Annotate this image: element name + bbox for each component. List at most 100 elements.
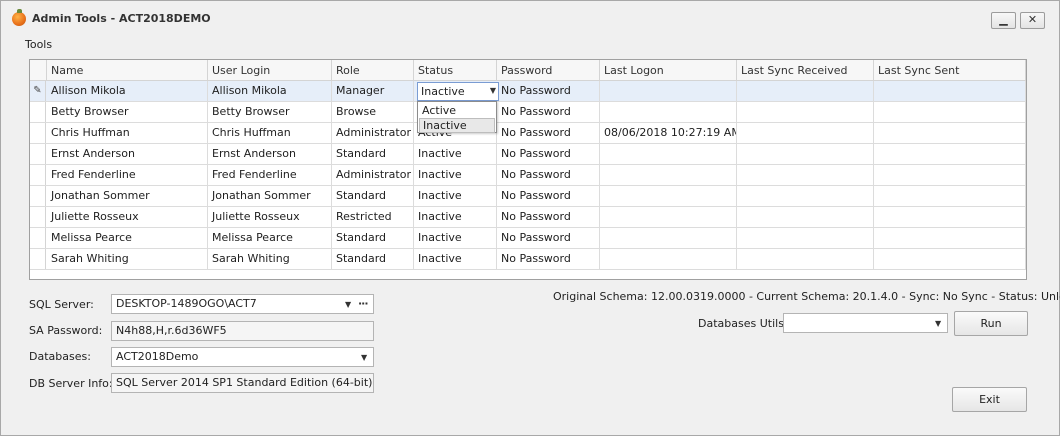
chevron-down-icon[interactable]: ▼	[345, 300, 351, 309]
cell-name[interactable]: Betty Browser	[47, 102, 208, 122]
cell-name[interactable]: Allison Mikola	[47, 81, 208, 101]
cell-status[interactable]: Inactive	[414, 165, 497, 185]
cell-last-sync-sent[interactable]	[874, 81, 1026, 101]
status-option-inactive[interactable]: Inactive	[419, 118, 495, 133]
cell-user-login[interactable]: Fred Fenderline	[208, 165, 332, 185]
column-header-last-sync-sent[interactable]: Last Sync Sent	[874, 60, 1026, 81]
cell-role[interactable]: Standard	[332, 249, 414, 269]
cell-last-sync-sent[interactable]	[874, 144, 1026, 164]
cell-last-sync-received[interactable]	[737, 81, 874, 101]
cell-last-sync-sent[interactable]	[874, 207, 1026, 227]
cell-last-logon[interactable]	[600, 228, 737, 248]
table-row[interactable]: Sarah Whiting Sarah Whiting Standard Inacti…	[30, 249, 1026, 270]
chevron-down-icon[interactable]: ▼	[935, 319, 941, 328]
cell-user-login[interactable]: Juliette Rosseux	[208, 207, 332, 227]
ellipsis-icon[interactable]: ···	[358, 297, 369, 310]
table-row[interactable]: Melissa Pearce Melissa Pearce Standard Inac…	[30, 228, 1026, 249]
table-row[interactable]: Ernst Anderson Ernst Anderson Standard Inac…	[30, 144, 1026, 165]
cell-last-logon[interactable]	[600, 165, 737, 185]
cell-name[interactable]: Juliette Rosseux	[47, 207, 208, 227]
chevron-down-icon[interactable]: ▼	[490, 86, 496, 95]
table-row[interactable]: ✎ Allison Mikola Allison Mikola Manager No P…	[30, 81, 1026, 102]
cell-password[interactable]: No Password	[497, 102, 600, 122]
cell-role[interactable]: Manager	[332, 81, 414, 101]
cell-name[interactable]: Ernst Anderson	[47, 144, 208, 164]
cell-user-login[interactable]: Ernst Anderson	[208, 144, 332, 164]
cell-password[interactable]: No Password	[497, 144, 600, 164]
cell-last-sync-received[interactable]	[737, 165, 874, 185]
cell-password[interactable]: No Password	[497, 123, 600, 143]
minimize-button[interactable]: ▁	[991, 12, 1016, 29]
cell-last-sync-received[interactable]	[737, 228, 874, 248]
column-header-status[interactable]: Status	[414, 60, 497, 81]
cell-status[interactable]: Inactive	[414, 228, 497, 248]
table-row[interactable]: Fred Fenderline Fred Fenderline Administra…	[30, 165, 1026, 186]
cell-password[interactable]: No Password	[497, 249, 600, 269]
chevron-down-icon[interactable]: ▼	[361, 353, 367, 362]
cell-password[interactable]: No Password	[497, 207, 600, 227]
cell-status[interactable]: Inactive	[414, 186, 497, 206]
cell-user-login[interactable]: Betty Browser	[208, 102, 332, 122]
databases-utils-combo[interactable]	[783, 313, 948, 333]
cell-status[interactable]: Inactive	[414, 144, 497, 164]
table-row[interactable]: Betty BrowserBetty BrowserBrowseInactive…	[30, 102, 1026, 123]
cell-last-sync-received[interactable]	[737, 186, 874, 206]
cell-name[interactable]: Fred Fenderline	[47, 165, 208, 185]
cell-last-logon[interactable]	[600, 102, 737, 122]
cell-password[interactable]: No Password	[497, 81, 600, 101]
cell-role[interactable]: Standard	[332, 186, 414, 206]
cell-last-logon[interactable]	[600, 186, 737, 206]
cell-user-login[interactable]: Melissa Pearce	[208, 228, 332, 248]
exit-button[interactable]: Exit	[952, 387, 1027, 412]
cell-last-sync-received[interactable]	[737, 144, 874, 164]
cell-password[interactable]: No Password	[497, 165, 600, 185]
cell-last-sync-sent[interactable]	[874, 102, 1026, 122]
cell-status[interactable]: Inactive	[414, 207, 497, 227]
cell-last-sync-sent[interactable]	[874, 249, 1026, 269]
cell-last-logon[interactable]	[600, 81, 737, 101]
cell-last-sync-sent[interactable]	[874, 228, 1026, 248]
cell-name[interactable]: Jonathan Sommer	[47, 186, 208, 206]
column-header-last-logon[interactable]: Last Logon	[600, 60, 737, 81]
cell-password[interactable]: No Password	[497, 228, 600, 248]
cell-user-login[interactable]: Jonathan Sommer	[208, 186, 332, 206]
cell-last-sync-sent[interactable]	[874, 165, 1026, 185]
cell-role[interactable]: Administrator	[332, 165, 414, 185]
column-header-user-login[interactable]: User Login	[208, 60, 332, 81]
cell-password[interactable]: No Password	[497, 186, 600, 206]
status-option-active[interactable]: Active	[419, 103, 495, 118]
cell-last-sync-received[interactable]	[737, 123, 874, 143]
column-header-last-sync-received[interactable]: Last Sync Received	[737, 60, 874, 81]
run-button[interactable]: Run	[954, 311, 1028, 336]
column-header-role[interactable]: Role	[332, 60, 414, 81]
sql-server-combo[interactable]: DESKTOP-1489OGO\ACT7	[111, 294, 374, 314]
cell-user-login[interactable]: Sarah Whiting	[208, 249, 332, 269]
menu-tools[interactable]: Tools	[25, 38, 52, 51]
cell-user-login[interactable]: Chris Huffman	[208, 123, 332, 143]
cell-name[interactable]: Melissa Pearce	[47, 228, 208, 248]
column-header-name[interactable]: Name	[47, 60, 208, 81]
cell-last-logon[interactable]	[600, 249, 737, 269]
cell-role[interactable]: Administrator	[332, 123, 414, 143]
cell-status[interactable]: Inactive	[414, 249, 497, 269]
databases-combo[interactable]: ACT2018Demo	[111, 347, 374, 367]
table-row[interactable]: Juliette Rosseux Juliette Rosseux Restrict…	[30, 207, 1026, 228]
cell-name[interactable]: Sarah Whiting	[47, 249, 208, 269]
cell-last-logon[interactable]: 08/06/2018 10:27:19 AM	[600, 123, 737, 143]
cell-role[interactable]: Browse	[332, 102, 414, 122]
table-row[interactable]: Chris HuffmanChris HuffmanAdministratorA…	[30, 123, 1026, 144]
cell-last-logon[interactable]	[600, 144, 737, 164]
cell-last-sync-received[interactable]	[737, 249, 874, 269]
cell-last-sync-received[interactable]	[737, 207, 874, 227]
column-header-password[interactable]: Password	[497, 60, 600, 81]
table-row[interactable]: Jonathan Sommer Jonathan Sommer Standard In…	[30, 186, 1026, 207]
close-button[interactable]: ✕	[1020, 12, 1045, 29]
cell-user-login[interactable]: Allison Mikola	[208, 81, 332, 101]
cell-role[interactable]: Standard	[332, 228, 414, 248]
cell-last-sync-sent[interactable]	[874, 186, 1026, 206]
sa-password-field[interactable]: N4h88,H,r.6d36WF5	[111, 321, 374, 341]
cell-role[interactable]: Standard	[332, 144, 414, 164]
cell-name[interactable]: Chris Huffman	[47, 123, 208, 143]
cell-last-sync-sent[interactable]	[874, 123, 1026, 143]
cell-last-logon[interactable]	[600, 207, 737, 227]
